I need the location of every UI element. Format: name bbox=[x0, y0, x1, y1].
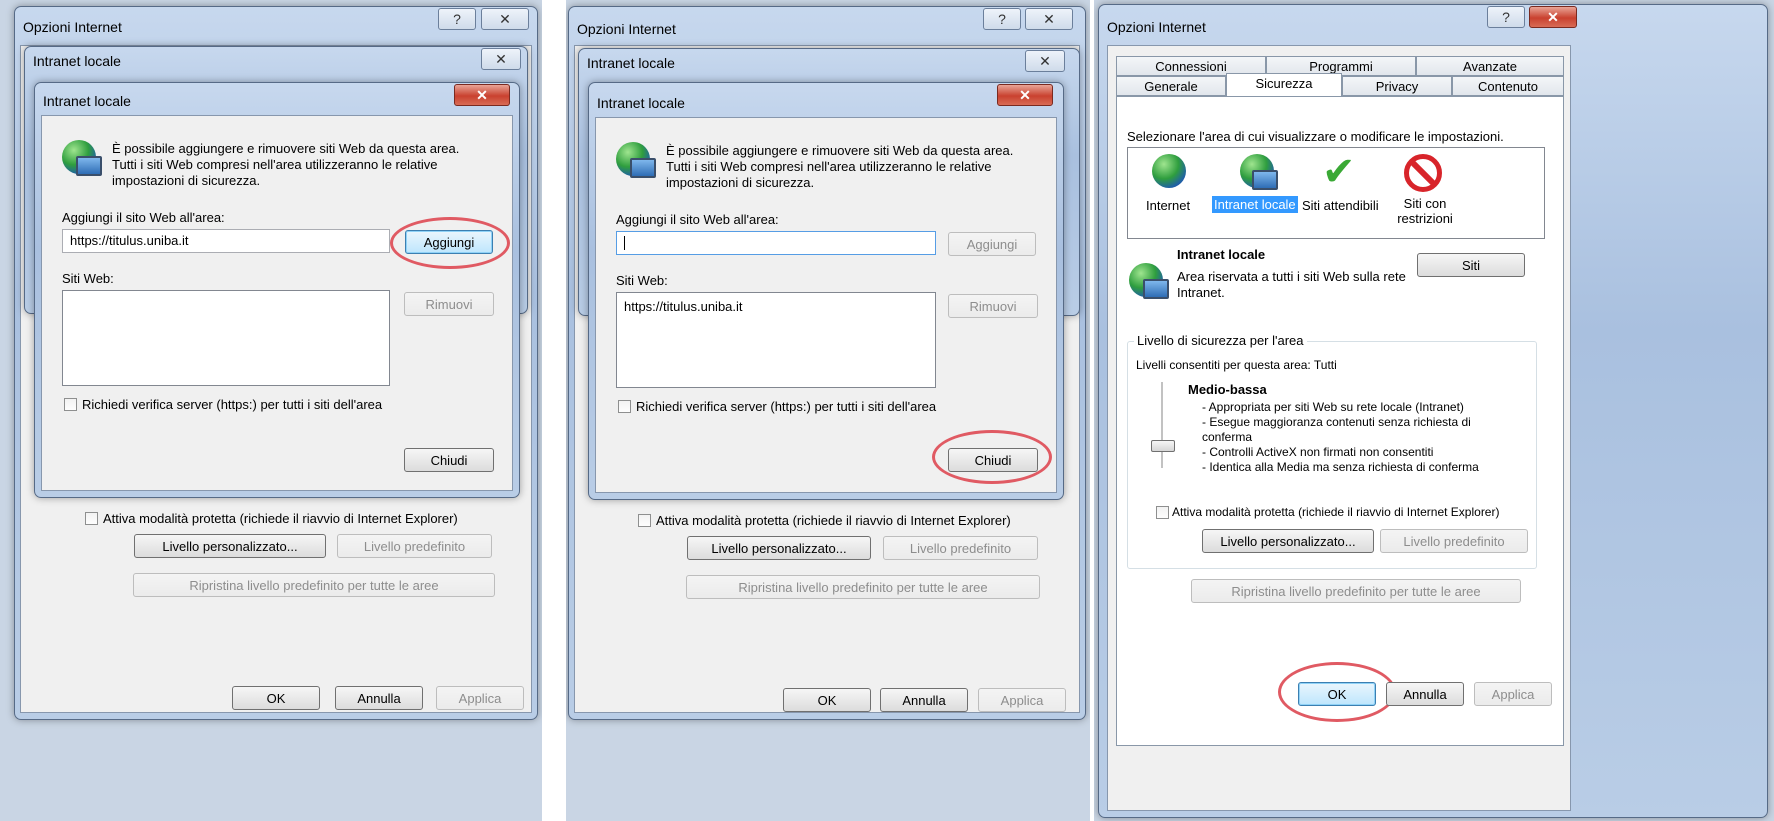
cancel-button[interactable]: Annulla bbox=[1386, 682, 1464, 706]
window-title: Opzioni Internet bbox=[1107, 19, 1206, 35]
ok-button[interactable]: OK bbox=[783, 688, 871, 712]
highlight-circle bbox=[1278, 662, 1396, 722]
window-title: Opzioni Internet bbox=[23, 19, 122, 35]
window-title: Intranet locale bbox=[33, 53, 121, 69]
description-text: È possibile aggiungere e rimuovere siti … bbox=[112, 141, 460, 188]
close-icon[interactable]: ✕ bbox=[481, 8, 529, 30]
intranet-dialog: Intranet locale ✕ È possibile aggiungere… bbox=[588, 82, 1064, 500]
close-icon[interactable]: ✕ bbox=[481, 48, 521, 70]
dialog-client-area: È possibile aggiungere e rimuovere siti … bbox=[595, 117, 1057, 493]
panel-3-screenshot: Opzioni Internet ? ✕ Connessioni Program… bbox=[1094, 0, 1774, 821]
monitor-icon bbox=[76, 156, 102, 176]
group-legend: Livello di sicurezza per l'area bbox=[1134, 333, 1307, 348]
apply-button[interactable]: Applica bbox=[978, 688, 1066, 712]
protected-mode-label: Attiva modalità protetta (richiede il ri… bbox=[656, 513, 1011, 528]
help-button[interactable]: ? bbox=[438, 8, 476, 30]
protected-mode-checkbox[interactable] bbox=[638, 514, 651, 527]
close-icon[interactable]: ✕ bbox=[1529, 6, 1577, 28]
default-level-button[interactable]: Livello predefinito bbox=[883, 536, 1038, 560]
zone-internet[interactable]: Internet bbox=[1146, 198, 1190, 213]
security-level-group: Livello di sicurezza per l'area Livelli … bbox=[1127, 333, 1537, 569]
checkmark-icon: ✔ bbox=[1322, 150, 1356, 194]
protected-mode-label: Attiva modalità protetta (richiede il ri… bbox=[103, 511, 458, 526]
https-checkbox[interactable] bbox=[64, 398, 77, 411]
ok-button[interactable]: OK bbox=[232, 686, 320, 710]
dialog-title: Intranet locale bbox=[597, 95, 685, 111]
restricted-icon bbox=[1404, 154, 1442, 192]
zone-selector[interactable]: Internet Intranet locale ✔ Siti attendib… bbox=[1127, 147, 1545, 239]
remove-button[interactable]: Rimuovi bbox=[948, 294, 1038, 318]
security-tab-page: Selezionare l'area di cui visualizzare o… bbox=[1116, 96, 1564, 746]
default-level-button[interactable]: Livello predefinito bbox=[337, 534, 492, 558]
sites-label: Siti Web: bbox=[616, 273, 668, 288]
monitor-icon bbox=[1143, 279, 1169, 299]
highlight-circle bbox=[932, 430, 1052, 484]
protected-mode-label: Attiva modalità protetta (richiede il ri… bbox=[1172, 505, 1500, 519]
protected-mode-checkbox[interactable] bbox=[85, 512, 98, 525]
tab-avanzate[interactable]: Avanzate bbox=[1416, 56, 1564, 76]
https-checkbox[interactable] bbox=[618, 400, 631, 413]
options-client-area: Connessioni Programmi Avanzate Generale … bbox=[1107, 45, 1571, 811]
highlight-circle bbox=[390, 217, 510, 269]
tab-privacy[interactable]: Privacy bbox=[1342, 76, 1452, 96]
custom-level-button[interactable]: Livello personalizzato... bbox=[687, 536, 871, 560]
help-button[interactable]: ? bbox=[1487, 6, 1525, 28]
close-icon[interactable]: ✕ bbox=[454, 84, 510, 106]
panel-2-screenshot: Opzioni Internet ? ✕ Attiva modalità pro… bbox=[566, 0, 1090, 821]
apply-button[interactable]: Applica bbox=[436, 686, 524, 710]
tab-generale[interactable]: Generale bbox=[1116, 76, 1226, 96]
allowed-levels-text: Livelli consentiti per questa area: Tutt… bbox=[1136, 358, 1337, 372]
slider-thumb[interactable] bbox=[1151, 440, 1175, 452]
window-title: Intranet locale bbox=[587, 55, 675, 71]
cancel-button[interactable]: Annulla bbox=[880, 688, 968, 712]
apply-button[interactable]: Applica bbox=[1474, 682, 1552, 706]
monitor-icon bbox=[1252, 170, 1278, 190]
custom-level-button[interactable]: Livello personalizzato... bbox=[134, 534, 326, 558]
cancel-button[interactable]: Annulla bbox=[335, 686, 423, 710]
sites-list[interactable] bbox=[62, 290, 390, 386]
sites-list[interactable]: https://titulus.uniba.it bbox=[616, 292, 936, 388]
help-button[interactable]: ? bbox=[983, 8, 1021, 30]
reset-all-zones-button[interactable]: Ripristina livello predefinito per tutte… bbox=[133, 573, 495, 597]
window-title: Opzioni Internet bbox=[577, 21, 676, 37]
sites-label: Siti Web: bbox=[62, 271, 114, 286]
add-site-label: Aggiungi il sito Web all'area: bbox=[62, 210, 225, 225]
close-icon[interactable]: ✕ bbox=[1025, 8, 1073, 30]
level-description: - Appropriata per siti Web su rete local… bbox=[1202, 400, 1479, 474]
zone-siti-attendibili[interactable]: Siti attendibili bbox=[1302, 198, 1379, 213]
description-text: È possibile aggiungere e rimuovere siti … bbox=[666, 143, 1014, 190]
intranet-dialog: Intranet locale ✕ È possibile aggiungere… bbox=[34, 82, 520, 498]
https-checkbox-label: Richiedi verifica server (https:) per tu… bbox=[636, 399, 937, 414]
https-checkbox-label: Richiedi verifica server (https:) per tu… bbox=[82, 397, 383, 412]
level-slider[interactable] bbox=[1148, 382, 1178, 468]
monitor-icon bbox=[630, 158, 656, 178]
add-site-input[interactable] bbox=[616, 231, 936, 255]
zone-siti-con-restrizioni[interactable]: Siti con restrizioni bbox=[1392, 196, 1458, 226]
remove-button[interactable]: Rimuovi bbox=[404, 292, 494, 316]
tab-contenuto[interactable]: Contenuto bbox=[1452, 76, 1564, 96]
site-entry[interactable]: https://titulus.uniba.it bbox=[624, 299, 928, 314]
zone-description: Area riservata a tutti i siti Web sulla … bbox=[1177, 269, 1406, 300]
close-icon[interactable]: ✕ bbox=[997, 84, 1053, 106]
zone-name: Intranet locale bbox=[1177, 247, 1266, 262]
add-site-input[interactable]: https://titulus.uniba.it bbox=[62, 229, 390, 253]
sites-button[interactable]: Siti bbox=[1417, 253, 1525, 277]
add-site-label: Aggiungi il sito Web all'area: bbox=[616, 212, 779, 227]
protected-mode-checkbox[interactable] bbox=[1156, 506, 1169, 519]
custom-level-button[interactable]: Livello personalizzato... bbox=[1202, 529, 1374, 553]
dialog-client-area: È possibile aggiungere e rimuovere siti … bbox=[41, 115, 513, 491]
internet-globe-icon bbox=[1152, 154, 1186, 188]
zone-intranet-locale[interactable]: Intranet locale bbox=[1212, 196, 1298, 213]
zone-prompt: Selezionare l'area di cui visualizzare o… bbox=[1127, 129, 1504, 144]
dialog-title: Intranet locale bbox=[43, 93, 131, 109]
default-level-button[interactable]: Livello predefinito bbox=[1380, 529, 1528, 553]
panel-1-screenshot: Opzioni Internet ? ✕ Attiva modalità pro… bbox=[0, 0, 542, 821]
close-icon[interactable]: ✕ bbox=[1025, 50, 1065, 72]
add-button[interactable]: Aggiungi bbox=[948, 232, 1036, 256]
reset-all-zones-button[interactable]: Ripristina livello predefinito per tutte… bbox=[686, 575, 1040, 599]
internet-options-window: Opzioni Internet ? ✕ Connessioni Program… bbox=[1098, 4, 1768, 818]
close-button[interactable]: Chiudi bbox=[404, 448, 494, 472]
reset-all-zones-button[interactable]: Ripristina livello predefinito per tutte… bbox=[1191, 579, 1521, 603]
level-name: Medio-bassa bbox=[1188, 382, 1267, 397]
